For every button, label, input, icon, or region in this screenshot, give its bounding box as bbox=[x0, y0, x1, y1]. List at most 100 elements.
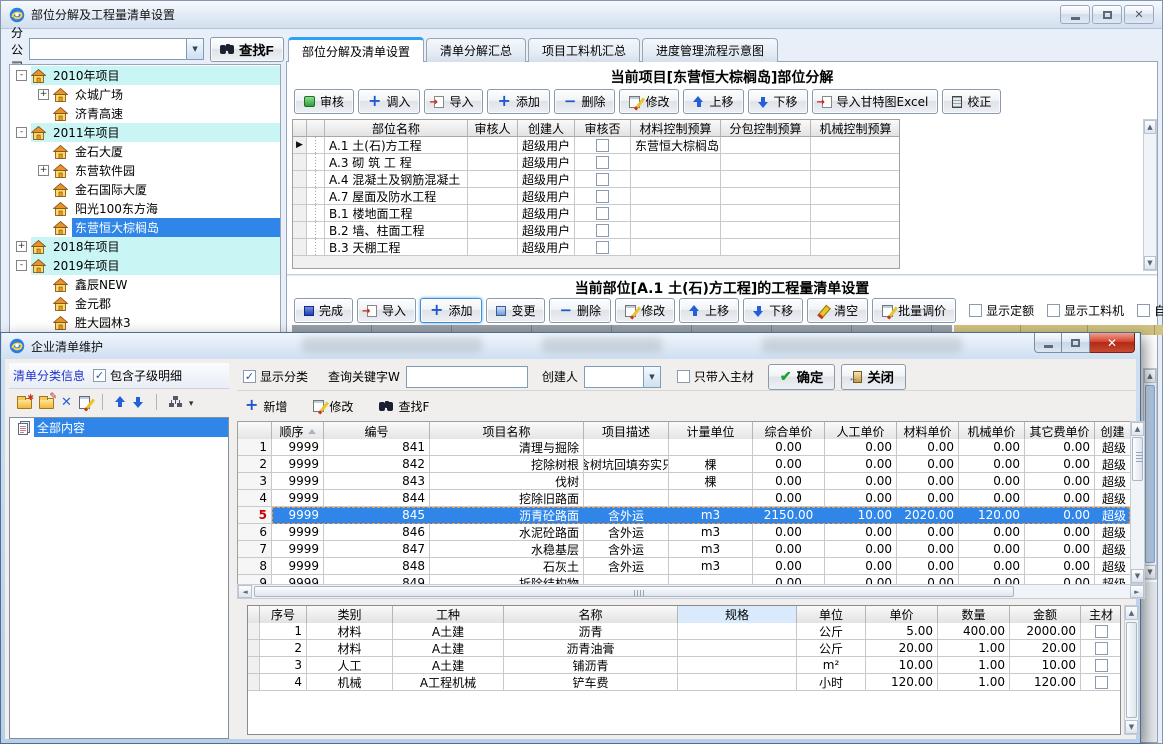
finish-button[interactable]: 完成 bbox=[294, 298, 353, 323]
tree-toggle-icon[interactable]: - bbox=[16, 70, 27, 81]
move-down-icon[interactable] bbox=[133, 396, 144, 408]
table-row[interactable]: B.1 楼地面工程超级用户 bbox=[293, 205, 899, 222]
modify-button[interactable]: 修改 bbox=[619, 89, 679, 114]
chevron-down-icon[interactable] bbox=[643, 367, 660, 387]
main-material-option[interactable]: 只带入主材 bbox=[677, 368, 754, 385]
table-row[interactable]: 4机械A工程机械铲车费小时120.001.00120.00 bbox=[248, 674, 1120, 691]
table-row[interactable]: 69999846水泥砼路面含外运m30.000.000.000.000.00超级 bbox=[238, 524, 1130, 541]
delete-button[interactable]: 删除 bbox=[554, 89, 616, 114]
table-row[interactable]: 1材料A土建沥青公斤5.00400.002000.00 bbox=[248, 623, 1120, 640]
scroll-down-icon[interactable]: ▼ bbox=[1125, 720, 1138, 734]
add-button[interactable]: 添加 bbox=[487, 89, 549, 114]
table-row[interactable]: 79999847水稳基层含外运m30.000.000.000.000.00超级 bbox=[238, 541, 1130, 558]
scrollbar-thumb[interactable] bbox=[1145, 385, 1155, 563]
scroll-right-icon[interactable]: ► bbox=[1130, 585, 1144, 598]
scroll-left-icon[interactable]: ◄ bbox=[238, 585, 252, 598]
table-row[interactable]: 89999848石灰土含外运m30.000.000.000.000.00超级 bbox=[238, 558, 1130, 575]
checkbox[interactable] bbox=[1095, 642, 1108, 655]
edit-folder-icon[interactable] bbox=[39, 398, 54, 409]
table-row[interactable]: 49999844挖除旧路面0.000.000.000.000.00超级 bbox=[238, 490, 1130, 507]
tree-item[interactable]: 东营恒大棕榈岛 bbox=[10, 218, 280, 237]
chevron-down-icon[interactable] bbox=[189, 395, 194, 409]
scroll-up-icon[interactable]: ▲ bbox=[1125, 606, 1138, 620]
table-row[interactable]: 29999842挖除树根含树坑回填夯实只棵0.000.000.000.000.0… bbox=[238, 456, 1130, 473]
scroll-down-icon[interactable]: ▼ bbox=[1144, 256, 1156, 270]
tree-item[interactable]: 金元郡 bbox=[10, 294, 280, 313]
find-button[interactable]: 查找F bbox=[379, 398, 429, 415]
chevron-down-icon[interactable] bbox=[186, 39, 203, 59]
labor-material-scrollbar[interactable]: ▲ ▼ bbox=[1124, 605, 1139, 735]
search-button[interactable]: 查找F bbox=[210, 37, 284, 62]
tab-part-breakdown[interactable]: 部位分解及清单设置 bbox=[288, 37, 424, 62]
tree-item[interactable]: 阳光100东方海 bbox=[10, 199, 280, 218]
tree-item-year[interactable]: -2010年项目 bbox=[10, 66, 280, 85]
tree-item[interactable]: +众城广场 bbox=[10, 85, 280, 104]
checkbox[interactable] bbox=[969, 304, 982, 317]
include-children-option[interactable]: 包含子级明细 bbox=[93, 367, 182, 384]
table-row[interactable]: 2材料A土建沥青油膏公斤20.001.0020.00 bbox=[248, 640, 1120, 657]
tree-item[interactable]: 金石大厦 bbox=[10, 142, 280, 161]
scroll-up-icon[interactable]: ▲ bbox=[1144, 369, 1156, 383]
close-icon[interactable]: ✕ bbox=[1090, 333, 1135, 353]
table-row[interactable]: 59999845沥青砼路面含外运m32150.0010.002020.00120… bbox=[238, 507, 1130, 524]
delete-button[interactable]: 删除 bbox=[549, 298, 611, 323]
import-button[interactable]: 导入 bbox=[357, 298, 416, 323]
move-up-icon[interactable] bbox=[115, 396, 126, 408]
table-row[interactable]: A.4 混凝土及钢筋混凝土超级用户 bbox=[293, 171, 899, 188]
tree-item-year[interactable]: -2019年项目 bbox=[10, 256, 280, 275]
list-grid-vscrollbar[interactable]: ▲ ▼ bbox=[1130, 421, 1145, 584]
tab-list-summary[interactable]: 清单分解汇总 bbox=[426, 38, 526, 62]
checkbox[interactable] bbox=[596, 139, 609, 152]
maximize-icon[interactable] bbox=[1092, 5, 1122, 24]
delete-x-icon[interactable] bbox=[61, 395, 72, 410]
tree-item[interactable]: +东营软件园 bbox=[10, 161, 280, 180]
tree-item[interactable]: 济青高速 bbox=[10, 104, 280, 123]
table-row[interactable]: 3人工A土建铺沥青m²10.001.0010.00 bbox=[248, 657, 1120, 674]
tree-item-all-content[interactable]: 全部内容 bbox=[10, 418, 228, 437]
move-up-button[interactable]: 上移 bbox=[679, 298, 739, 323]
tree-toggle-icon[interactable]: + bbox=[16, 241, 27, 252]
modify-button[interactable]: 修改 bbox=[313, 398, 353, 415]
tree-toggle-icon[interactable]: + bbox=[38, 89, 49, 100]
branch-combobox[interactable] bbox=[29, 38, 204, 60]
close-icon[interactable]: ✕ bbox=[1124, 5, 1154, 24]
correct-button[interactable]: 校正 bbox=[942, 89, 1001, 114]
move-down-button[interactable]: 下移 bbox=[743, 298, 803, 323]
add-new-button[interactable]: 新增 bbox=[245, 398, 287, 415]
display-option[interactable]: 显示定额 bbox=[969, 302, 1034, 319]
tree-toggle-icon[interactable]: + bbox=[38, 165, 49, 176]
display-option[interactable]: 自动折行 bbox=[1137, 302, 1163, 319]
tree-item-year[interactable]: -2011年项目 bbox=[10, 123, 280, 142]
clear-button[interactable]: 清空 bbox=[807, 298, 868, 323]
show-category-option[interactable]: 显示分类 bbox=[243, 368, 308, 385]
branch-combobox-input[interactable] bbox=[30, 39, 186, 59]
checkbox[interactable] bbox=[1095, 676, 1108, 689]
add-button[interactable]: 添加 bbox=[420, 298, 482, 323]
tab-labor-material-summary[interactable]: 项目工料机汇总 bbox=[528, 38, 640, 62]
keyword-input[interactable] bbox=[407, 367, 527, 387]
new-folder-icon[interactable] bbox=[17, 398, 32, 409]
scroll-up-icon[interactable]: ▲ bbox=[1131, 422, 1144, 436]
maximize-icon[interactable] bbox=[1062, 333, 1090, 353]
checkbox[interactable] bbox=[596, 156, 609, 169]
display-option[interactable]: 显示工料机 bbox=[1047, 302, 1124, 319]
tree-toggle-icon[interactable]: - bbox=[16, 260, 27, 271]
checkbox[interactable] bbox=[596, 207, 609, 220]
modify-doc-icon[interactable] bbox=[79, 396, 90, 409]
scroll-up-icon[interactable]: ▲ bbox=[1144, 120, 1156, 134]
tree-item-year[interactable]: +2018年项目 bbox=[10, 237, 280, 256]
move-down-button[interactable]: 下移 bbox=[748, 89, 808, 114]
scrollbar-thumb[interactable] bbox=[1126, 622, 1137, 718]
layout-icon[interactable] bbox=[169, 396, 182, 408]
table-row[interactable]: B.2 墙、柱面工程超级用户 bbox=[293, 222, 899, 239]
scroll-down-icon[interactable]: ▼ bbox=[1131, 569, 1144, 583]
checkbox[interactable] bbox=[596, 173, 609, 186]
table-row[interactable]: A.3 砌 筑 工 程超级用户 bbox=[293, 154, 899, 171]
import-gantt-excel-button[interactable]: 导入甘特图Excel bbox=[812, 89, 939, 114]
tree-item[interactable]: 胜大园林3 bbox=[10, 313, 280, 332]
minimize-icon[interactable] bbox=[1034, 333, 1062, 353]
scrollbar-thumb[interactable] bbox=[254, 586, 1014, 597]
checkbox[interactable] bbox=[93, 369, 106, 382]
checkbox[interactable] bbox=[596, 190, 609, 203]
checkbox[interactable] bbox=[1095, 625, 1108, 638]
